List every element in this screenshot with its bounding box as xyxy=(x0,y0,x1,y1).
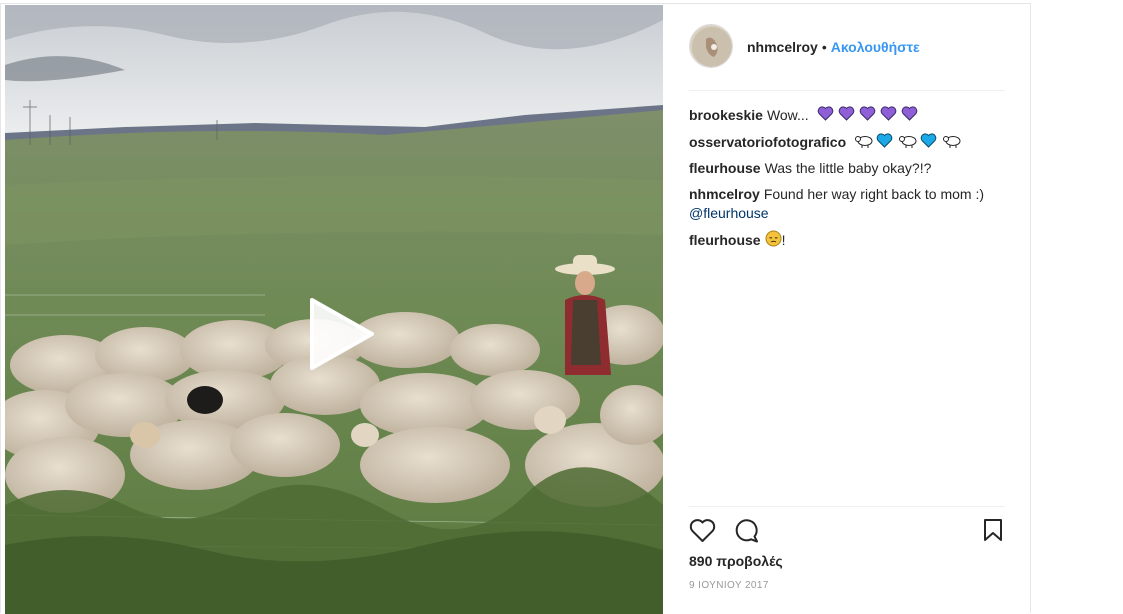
comment-emojis xyxy=(817,106,919,123)
comments-list: brookeskie Wow... osservatoriofotografic… xyxy=(689,105,1005,257)
post-actions xyxy=(689,506,1005,555)
heart-icon xyxy=(689,519,716,542)
comment: fleurhouse ! xyxy=(689,230,1005,250)
comment-icon xyxy=(735,519,758,543)
post-sidebar: nhmcelroy • Ακολουθήστε brookeskie Wow... xyxy=(689,4,1007,614)
purple-heart-icon xyxy=(817,106,917,121)
comment-username[interactable]: brookeskie xyxy=(689,107,763,123)
comment: nhmcelroy Found her way right back to mom… xyxy=(689,185,1005,223)
post-author-username[interactable]: nhmcelroy xyxy=(747,39,818,55)
comment-username[interactable]: fleurhouse xyxy=(689,160,761,176)
separator-dot: • xyxy=(821,39,827,55)
comment-emojis xyxy=(854,133,962,150)
post-header: nhmcelroy • Ακολουθήστε xyxy=(689,24,1005,91)
post-video[interactable] xyxy=(5,5,663,614)
view-count: 890 προβολές xyxy=(689,553,783,569)
post-date[interactable]: 9 ΙΟΥΝΙΟΥ 2017 xyxy=(689,580,769,591)
save-button[interactable] xyxy=(983,518,1003,547)
comment-text: Was the little baby okay?!? xyxy=(764,160,932,176)
comment-text: Wow... xyxy=(766,107,809,123)
sheep-and-blue-heart-icons xyxy=(855,133,961,148)
avatar-image xyxy=(690,25,732,67)
bookmark-icon xyxy=(984,519,1002,541)
play-icon xyxy=(310,298,374,370)
pensive-face-icon xyxy=(765,230,782,247)
comment-button[interactable] xyxy=(734,518,760,548)
follow-button[interactable]: Ακολουθήστε xyxy=(831,39,920,55)
comment: osservatoriofotografico xyxy=(689,132,1005,152)
post-card: nhmcelroy • Ακολουθήστε brookeskie Wow... xyxy=(0,3,1031,614)
comment-text: ! xyxy=(781,232,786,248)
comment-mention-link[interactable]: @fleurhouse xyxy=(689,205,769,221)
comment-username[interactable]: osservatoriofotografico xyxy=(689,134,846,150)
comment: brookeskie Wow... xyxy=(689,105,1005,125)
comment-username[interactable]: fleurhouse xyxy=(689,232,761,248)
comment-text: Found her way right back to mom :) xyxy=(763,186,985,202)
comment-username[interactable]: nhmcelroy xyxy=(689,186,760,202)
play-button[interactable] xyxy=(306,296,376,372)
avatar[interactable] xyxy=(689,24,733,68)
comment: fleurhouse Was the little baby okay?!? xyxy=(689,159,1005,178)
like-button[interactable] xyxy=(689,518,716,548)
